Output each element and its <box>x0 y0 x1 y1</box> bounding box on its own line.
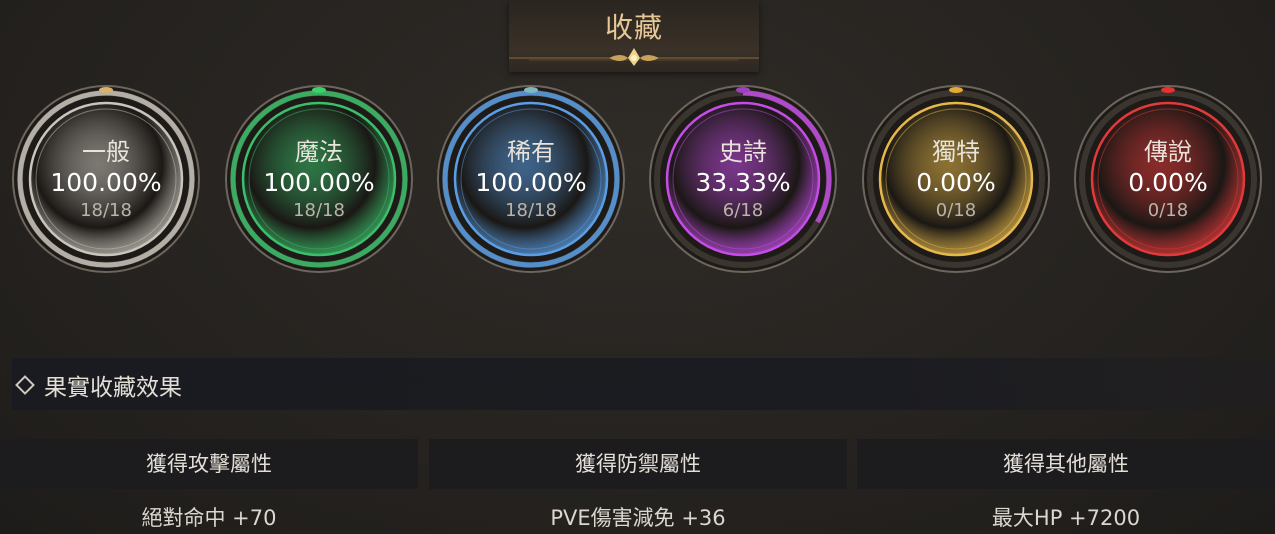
other-stat-value: 最大HP +7200 <box>991 506 1141 530</box>
rarity-percent: 0.00% <box>1128 168 1208 197</box>
rarity-orb-magic[interactable]: 魔法 100.00% 18/18 <box>224 84 414 274</box>
other-stats-header: 獲得其他屬性 <box>857 439 1275 489</box>
rarity-orb-legendary[interactable]: 傳說 0.00% 0/18 <box>1073 84 1263 274</box>
collection-effects-header: 果實收藏效果 <box>12 358 1275 410</box>
defense-stat-value: PVE傷害減免 +36 <box>550 506 726 530</box>
rarity-gem-icon <box>949 87 963 93</box>
rarity-gem-icon <box>736 87 750 93</box>
ornament-icon <box>509 48 759 66</box>
rarity-count: 18/18 <box>80 200 132 221</box>
rarity-percent: 0.00% <box>916 168 996 197</box>
rarity-count: 18/18 <box>505 200 557 221</box>
rarity-orb-common[interactable]: 一般 100.00% 18/18 <box>11 84 201 274</box>
rarity-gem-icon <box>1161 87 1175 93</box>
rarity-orb-epic[interactable]: 史詩 33.33% 6/18 <box>648 84 838 274</box>
attack-stat-value: 絕對命中 +70 <box>141 506 277 530</box>
rarity-name: 魔法 <box>295 138 343 166</box>
page-title: 收藏 <box>604 11 663 44</box>
rarity-percent: 33.33% <box>695 168 791 197</box>
rarity-name: 稀有 <box>507 138 555 166</box>
rarity-gem-icon <box>99 87 113 93</box>
rarity-orb-rare[interactable]: 稀有 100.00% 18/18 <box>436 84 626 274</box>
rarity-percent: 100.00% <box>50 168 162 197</box>
rarity-orb-unique[interactable]: 獨特 0.00% 0/18 <box>861 84 1051 274</box>
section-title: 果實收藏效果 <box>44 375 182 401</box>
rarity-count: 0/18 <box>1147 200 1189 221</box>
rarity-name: 一般 <box>82 138 130 166</box>
rarity-percent: 100.00% <box>263 168 375 197</box>
rarity-gem-icon <box>524 87 538 93</box>
rarity-name: 史詩 <box>719 138 767 166</box>
rarity-name: 獨特 <box>932 138 980 166</box>
rarity-count: 6/18 <box>722 200 764 221</box>
rarity-name: 傳說 <box>1144 138 1192 166</box>
rarity-count: 0/18 <box>935 200 977 221</box>
title-plate: 收藏 <box>509 0 759 72</box>
rarity-count: 18/18 <box>293 200 345 221</box>
attack-stats-header: 獲得攻擊屬性 <box>0 439 418 489</box>
diamond-icon <box>15 375 35 395</box>
defense-stats-header: 獲得防禦屬性 <box>429 439 847 489</box>
rarity-percent: 100.00% <box>475 168 587 197</box>
rarity-gem-icon <box>312 87 326 93</box>
